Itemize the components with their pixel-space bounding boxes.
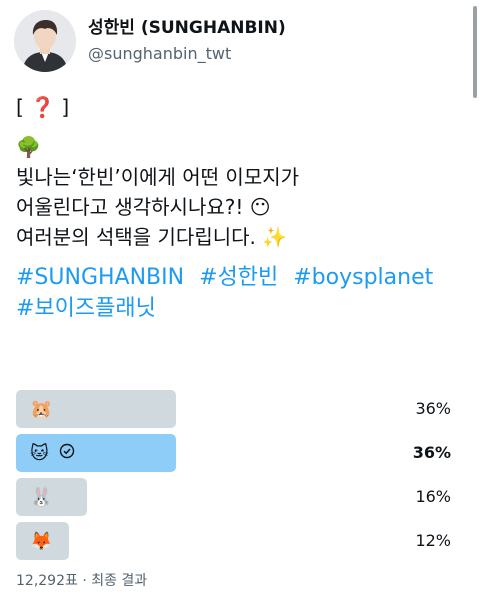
tweet-body: [ ❓ ] 🌳 빛나는‘한빈’이에게 어떤 이모지가 어울린다고 생각하시나요?… bbox=[16, 92, 456, 324]
check-circle-icon bbox=[59, 443, 75, 464]
avatar[interactable] bbox=[14, 10, 76, 72]
tag-line: [ ❓ ] bbox=[16, 95, 70, 119]
poll-option[interactable]: 🐹 36% bbox=[16, 390, 451, 428]
hashtag-link[interactable]: #boysplanet bbox=[293, 265, 433, 290]
avatar-image bbox=[14, 10, 76, 72]
hashtag-link[interactable]: #SUNGHANBIN bbox=[16, 265, 184, 290]
tweet-line-1: 빛나는‘한빈’이에게 어떤 이모지가 bbox=[16, 165, 300, 189]
fox-emoji: 🦊 bbox=[30, 530, 53, 552]
poll-footer: 12,292표 · 최종 결과 bbox=[16, 573, 148, 589]
poll-percent: 36% bbox=[412, 443, 451, 462]
hashtag-list: #SUNGHANBIN #성한빈 #boysplanet #보이즈플래닛 bbox=[16, 262, 456, 324]
poll-percent: 16% bbox=[415, 487, 451, 506]
rabbit-emoji: 🐰 bbox=[30, 486, 53, 508]
scrollbar-thumb[interactable] bbox=[473, 6, 477, 98]
poll-option[interactable]: 🐱 36% bbox=[16, 434, 451, 472]
tweet-line-2: 어울린다고 생각하시나요?! 😶 bbox=[16, 195, 271, 219]
hashtag-link[interactable]: #보이즈플래닛 bbox=[16, 296, 156, 321]
poll-percent: 36% bbox=[415, 399, 451, 418]
hashtag-link[interactable]: #성한빈 bbox=[199, 265, 278, 290]
poll-percent: 12% bbox=[415, 531, 451, 550]
tweet-line-3: 여러분의 석택을 기다립니다. ✨ bbox=[16, 225, 288, 249]
author-display-name[interactable]: 성한빈 (SUNGHANBIN) bbox=[88, 17, 286, 39]
poll-option[interactable]: 🦊 12% bbox=[16, 522, 451, 560]
poll-option[interactable]: 🐰 16% bbox=[16, 478, 451, 516]
tree-emoji: 🌳 bbox=[16, 135, 41, 159]
poll: 🐹 36% 🐱 36% 🐰 16% 🦊 12% bbox=[16, 390, 451, 566]
tweet-header: 성한빈 (SUNGHANBIN) @sunghanbin_twt bbox=[14, 10, 286, 72]
hamster-emoji: 🐹 bbox=[30, 398, 53, 420]
author-handle[interactable]: @sunghanbin_twt bbox=[88, 43, 286, 65]
cat-emoji: 🐱 bbox=[30, 442, 49, 464]
